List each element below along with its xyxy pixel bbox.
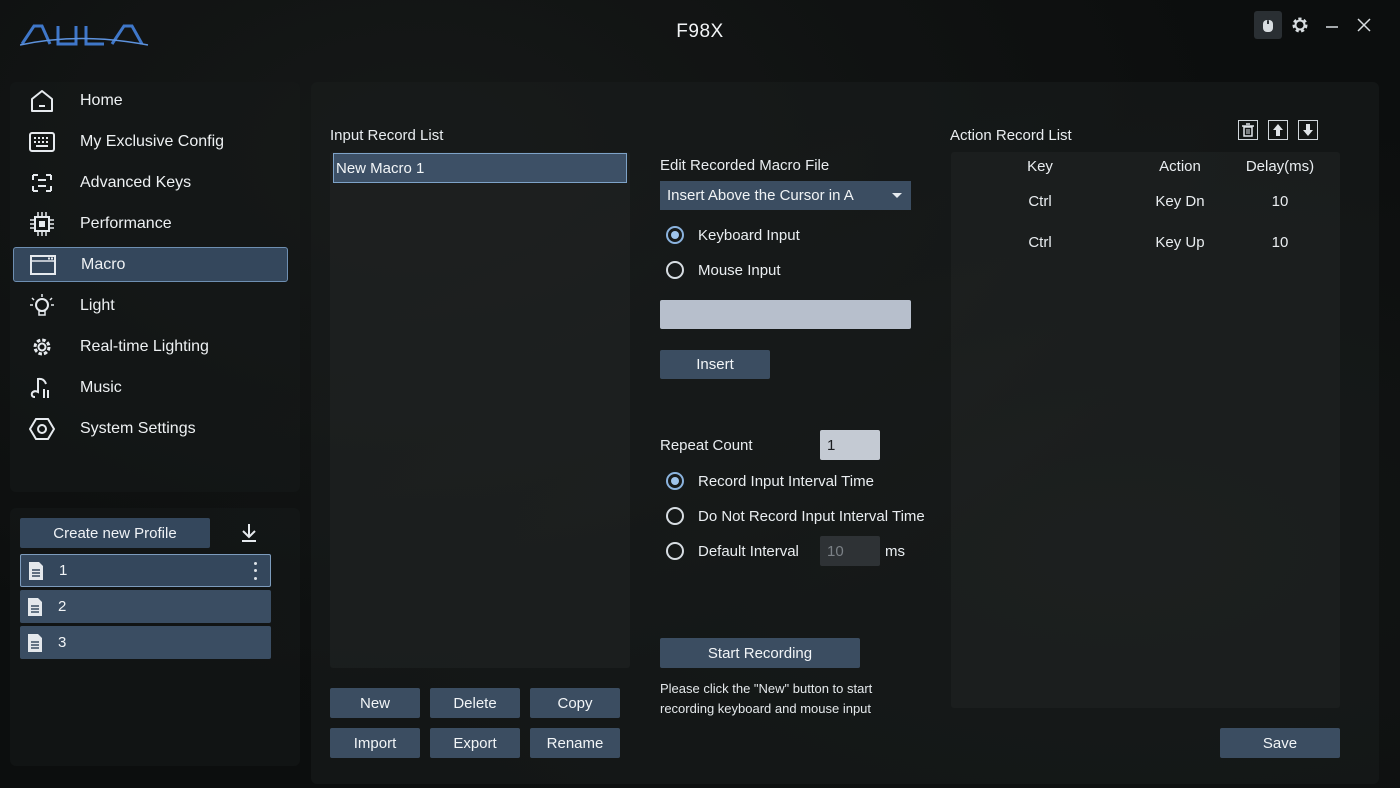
row-1-key[interactable]: Ctrl <box>990 193 1090 210</box>
input-record-list[interactable]: New Macro 1 <box>330 152 630 668</box>
minimize-icon[interactable] <box>1318 11 1346 39</box>
advanced-keys-icon <box>28 169 56 197</box>
default-interval-label: Default Interval <box>698 543 799 560</box>
nav-label: Advanced Keys <box>80 173 192 191</box>
chip-icon <box>28 210 56 238</box>
row-2-key[interactable]: Ctrl <box>990 234 1090 251</box>
more-options-icon[interactable] <box>248 560 262 582</box>
nav-item-my-exclusive-config[interactable]: My Exclusive Config <box>13 124 288 159</box>
key-capture-input[interactable] <box>660 300 911 329</box>
nav-item-real-time-lighting[interactable]: Real-time Lighting <box>13 329 288 364</box>
keyboard-icon <box>28 128 56 156</box>
profile-item-2[interactable]: 2 <box>20 590 271 623</box>
mouse-input-label: Mouse Input <box>698 262 781 279</box>
bulb-icon <box>28 292 56 320</box>
row-2-action[interactable]: Key Up <box>1130 234 1230 251</box>
nav-item-advanced-keys[interactable]: Advanced Keys <box>13 165 288 200</box>
profile-name: 3 <box>58 634 67 651</box>
profile-item-3[interactable]: 3 <box>20 626 271 659</box>
nav-panel: Home My Exclusive Config Advanced Keys P… <box>10 82 300 492</box>
nav-label: Home <box>80 91 123 109</box>
create-profile-button[interactable]: Create new Profile <box>20 518 210 548</box>
import-button[interactable]: Import <box>330 728 420 758</box>
action-record-table[interactable]: Key Action Delay(ms) Ctrl Key Dn 10 Ctrl… <box>951 152 1340 708</box>
download-icon[interactable] <box>236 520 262 546</box>
default-interval-input[interactable]: 10 <box>820 536 880 566</box>
keyboard-input-label: Keyboard Input <box>698 227 800 244</box>
macro-panel: Input Record List New Macro 1 New Delete… <box>311 82 1379 784</box>
chevron-down-icon <box>892 193 902 198</box>
record-interval-label: Record Input Interval Time <box>698 473 874 490</box>
edit-macro-label: Edit Recorded Macro File <box>660 157 830 174</box>
repeat-count-label: Repeat Count <box>660 437 753 454</box>
nav-item-home[interactable]: Home <box>13 83 288 118</box>
delete-button[interactable]: Delete <box>430 688 520 718</box>
action-record-list-label: Action Record List <box>950 127 1072 144</box>
close-icon[interactable] <box>1350 11 1378 39</box>
nav-label: My Exclusive Config <box>80 132 225 150</box>
insert-button[interactable]: Insert <box>660 350 770 379</box>
nav-item-music[interactable]: Music <box>13 370 288 405</box>
profile-name: 1 <box>59 562 68 579</box>
default-interval-radio[interactable] <box>666 542 684 560</box>
nav-label: Light <box>80 296 115 314</box>
row-2-delay[interactable]: 10 <box>1230 234 1330 251</box>
sidebar: Home My Exclusive Config Advanced Keys P… <box>10 82 300 766</box>
profile-panel: Create new Profile 1 2 3 <box>10 508 300 766</box>
export-button[interactable]: Export <box>430 728 520 758</box>
insert-mode-dropdown[interactable]: Insert Above the Cursor in A <box>660 181 911 210</box>
new-button[interactable]: New <box>330 688 420 718</box>
document-icon <box>26 632 44 654</box>
nav-label: System Settings <box>80 419 196 437</box>
nav-label: Real-time Lighting <box>80 337 209 355</box>
move-down-icon[interactable] <box>1298 120 1318 140</box>
hexagon-settings-icon <box>28 415 56 443</box>
row-1-action[interactable]: Key Dn <box>1130 193 1230 210</box>
repeat-count-input[interactable]: 1 <box>820 430 880 460</box>
column-delay: Delay(ms) <box>1245 158 1315 175</box>
record-interval-radio[interactable] <box>666 472 684 490</box>
home-icon <box>28 87 56 115</box>
profile-item-1[interactable]: 1 <box>20 554 271 587</box>
column-action: Action <box>1159 158 1201 175</box>
interval-unit: ms <box>885 543 905 560</box>
start-recording-button[interactable]: Start Recording <box>660 638 860 668</box>
nav-item-system-settings[interactable]: System Settings <box>13 411 288 446</box>
mouse-icon[interactable] <box>1254 11 1282 39</box>
app-title: F98X <box>676 21 724 42</box>
no-record-interval-label: Do Not Record Input Interval Time <box>698 508 925 525</box>
insert-mode-value: Insert Above the Cursor in A <box>667 187 854 204</box>
copy-button[interactable]: Copy <box>530 688 620 718</box>
trash-icon[interactable] <box>1238 120 1258 140</box>
input-record-list-label: Input Record List <box>330 127 444 144</box>
row-1-delay[interactable]: 10 <box>1230 193 1330 210</box>
record-item-new-macro-1[interactable]: New Macro 1 <box>333 153 627 183</box>
keyboard-input-radio[interactable] <box>666 226 684 244</box>
move-up-icon[interactable] <box>1268 120 1288 140</box>
realtime-lighting-icon <box>28 333 56 361</box>
window-controls <box>1254 11 1378 39</box>
nav-item-light[interactable]: Light <box>13 288 288 323</box>
nav-label: Macro <box>81 255 126 273</box>
recording-hint: Please click the "New" button to start r… <box>660 681 873 716</box>
macro-window-icon <box>29 251 57 279</box>
music-icon <box>28 374 56 402</box>
nav-label: Music <box>80 378 122 396</box>
column-key: Key <box>1027 158 1053 175</box>
mouse-input-radio[interactable] <box>666 261 684 279</box>
rename-button[interactable]: Rename <box>530 728 620 758</box>
save-button[interactable]: Save <box>1220 728 1340 758</box>
profile-name: 2 <box>58 598 67 615</box>
no-record-interval-radio[interactable] <box>666 507 684 525</box>
nav-label: Performance <box>80 214 172 232</box>
gear-icon[interactable] <box>1286 11 1314 39</box>
document-icon <box>27 560 45 582</box>
document-icon <box>26 596 44 618</box>
nav-item-performance[interactable]: Performance <box>13 206 288 241</box>
nav-item-macro[interactable]: Macro <box>13 247 288 282</box>
